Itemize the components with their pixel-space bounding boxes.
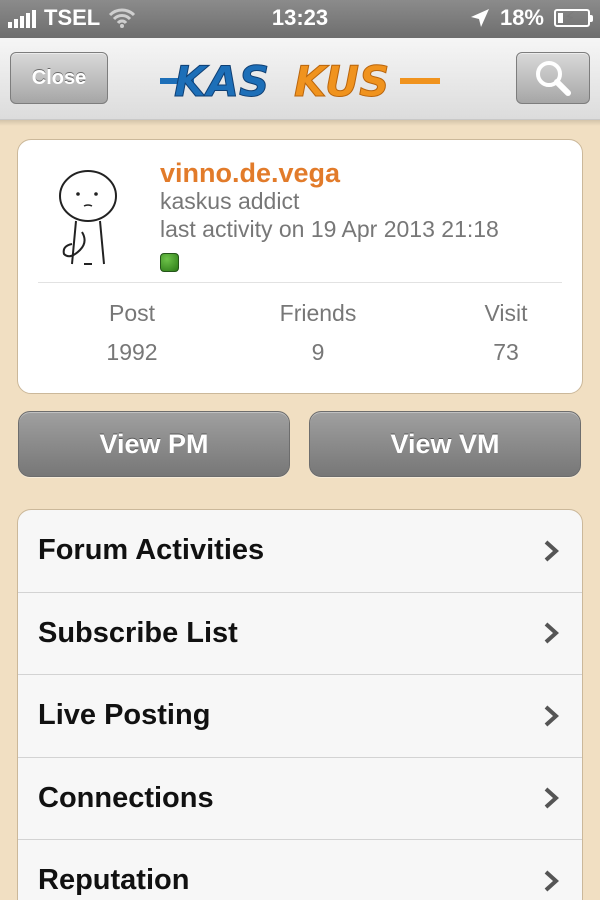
chevron-right-icon bbox=[544, 540, 559, 562]
menu-item-forum-activities[interactable]: Forum Activities bbox=[18, 510, 582, 593]
chevron-right-icon bbox=[544, 622, 559, 644]
close-button[interactable]: Close bbox=[10, 52, 108, 104]
menu-item-subscribe-list[interactable]: Subscribe List bbox=[18, 593, 582, 675]
battery-percent: 18% bbox=[499, 5, 544, 30]
stat-label: Visit bbox=[484, 300, 528, 326]
stat-friends: Friends 9 bbox=[238, 300, 398, 366]
location-arrow-icon bbox=[470, 9, 489, 27]
last-activity: last activity on 19 Apr 2013 21:18 bbox=[160, 216, 499, 242]
search-icon bbox=[536, 61, 571, 96]
user-rank: kaskus addict bbox=[160, 188, 300, 214]
nav-shadow bbox=[0, 120, 600, 126]
chevron-right-icon bbox=[544, 787, 559, 809]
divider bbox=[38, 282, 562, 283]
kaskus-logo: KAS KUS bbox=[160, 57, 440, 104]
chevron-right-icon bbox=[544, 705, 559, 727]
stat-value: 1992 bbox=[106, 339, 158, 365]
battery-charging-icon: ⚡ bbox=[554, 9, 593, 27]
menu-item-label: Reputation bbox=[38, 864, 190, 897]
profile-menu-list: Forum Activities Subscribe List Live Pos… bbox=[17, 509, 583, 900]
search-button[interactable] bbox=[516, 52, 590, 104]
menu-item-connections[interactable]: Connections bbox=[18, 758, 582, 840]
menu-item-reputation[interactable]: Reputation bbox=[18, 840, 582, 900]
status-bar: TSEL 13:23 18% ⚡ bbox=[0, 0, 600, 38]
menu-item-label: Live Posting bbox=[38, 699, 211, 732]
avatar[interactable] bbox=[48, 164, 128, 274]
stat-value: 73 bbox=[493, 339, 519, 365]
menu-item-label: Subscribe List bbox=[38, 616, 238, 649]
username[interactable]: vinno.de.vega bbox=[160, 158, 340, 189]
menu-item-live-posting[interactable]: Live Posting bbox=[18, 675, 582, 758]
stat-label: Friends bbox=[279, 300, 357, 326]
svg-text:KUS: KUS bbox=[294, 57, 389, 104]
profile-card: vinno.de.vega kaskus addict last activit… bbox=[17, 139, 583, 394]
stat-visit: Visit 73 bbox=[426, 300, 586, 366]
stat-post: Post 1992 bbox=[52, 300, 212, 366]
chevron-right-icon bbox=[544, 870, 559, 892]
menu-item-label: Connections bbox=[38, 781, 214, 814]
menu-item-label: Forum Activities bbox=[38, 534, 265, 567]
stat-value: 9 bbox=[311, 339, 325, 365]
online-status-icon bbox=[160, 253, 179, 272]
svg-text:KAS: KAS bbox=[174, 57, 269, 104]
view-vm-button[interactable]: View VM bbox=[309, 411, 581, 477]
stat-label: Post bbox=[108, 300, 156, 326]
view-pm-button[interactable]: View PM bbox=[18, 411, 290, 477]
nav-bar: Close KAS KUS bbox=[0, 38, 600, 120]
